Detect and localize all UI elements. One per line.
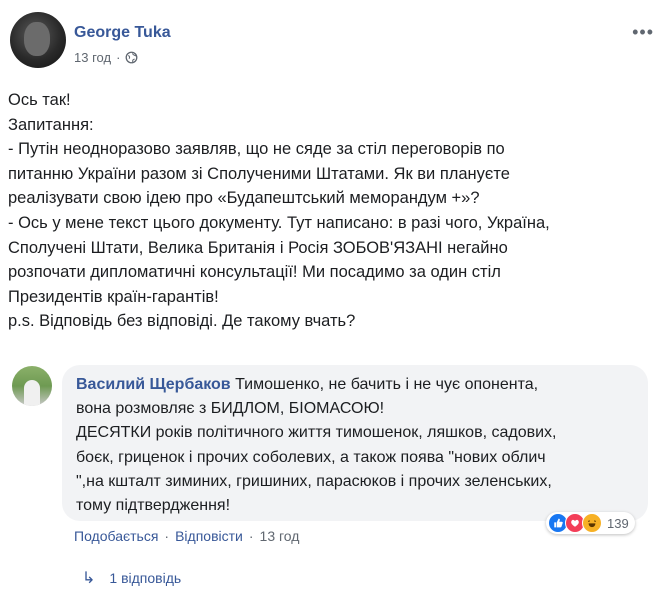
comment-line: ДЕСЯТКИ років політичного життя тимошено… [76, 424, 557, 442]
reply-arrow-icon: ↳ [82, 570, 96, 587]
post-line: Президентів країн-гарантів! [8, 287, 219, 306]
comment-line: боєк, гриценок і прочих соболевих, а так… [76, 448, 546, 466]
comment-bubble: Василий Щербаков Тимошенко, не бачить і … [62, 365, 648, 521]
comment-line-first: Василий Щербаков Тимошенко, не бачить і … [76, 373, 636, 397]
reaction-count: 139 [607, 515, 629, 531]
post-line: p.s. Відповідь без відповіді. Де такому … [8, 312, 356, 331]
globe-icon[interactable] [125, 51, 138, 64]
post-line: Ось так! [8, 91, 71, 109]
view-replies-link[interactable]: ↳ 1 відповідь [82, 568, 181, 588]
post-author-name[interactable]: George Tuka [74, 24, 171, 42]
meta-separator: · [116, 50, 121, 65]
action-separator: · [164, 528, 170, 544]
comment-actions: Подобається · Відповісти · 13 год [74, 528, 299, 544]
more-options-icon[interactable]: ••• [632, 22, 654, 43]
action-separator: · [248, 528, 254, 544]
post-body: Ось так! Запитання: - Путін неодноразово… [8, 88, 648, 334]
reactions-summary[interactable]: 139 [546, 512, 635, 534]
post-line: реалізувати свою ідею про «Будапештський… [8, 189, 480, 208]
comment-timestamp[interactable]: 13 год [260, 528, 300, 544]
comment-line: ",на кшталт зиминих, гришиних, парасюков… [76, 472, 552, 490]
comment-line: вона розмовляє з БИДЛОМ, БІОМАСОЮ! [76, 400, 385, 418]
like-link[interactable]: Подобається [74, 528, 158, 544]
post-header: George Tuka 13 год · ••• [10, 12, 656, 72]
post-line: Запитання: [8, 115, 94, 134]
replies-count-label[interactable]: 1 відповідь [109, 570, 181, 586]
haha-reaction-icon [582, 513, 602, 533]
reply-link[interactable]: Відповісти [175, 528, 243, 544]
post-meta: 13 год · [74, 50, 138, 65]
post-line: Сполучені Штати, Велика Британія і Росія… [8, 238, 508, 257]
comment-first-text: Тимошенко, не бачить і не чує опонента, [230, 376, 539, 393]
comment-text: Василий Щербаков Тимошенко, не бачить і … [76, 373, 636, 518]
post-line: розпочати дипломатичні консультації! Ми … [8, 263, 501, 282]
post-line: питанню України разом зі Сполученими Шта… [8, 164, 510, 183]
post-line: - Ось у мене текст цього документу. Тут … [8, 213, 550, 232]
author-avatar[interactable] [10, 12, 66, 68]
post-line: - Путін неодноразово заявляв, що не сяде… [8, 140, 505, 159]
post-timestamp[interactable]: 13 год [74, 50, 111, 65]
commenter-avatar[interactable] [12, 366, 52, 406]
commenter-name[interactable]: Василий Щербаков [76, 376, 231, 393]
